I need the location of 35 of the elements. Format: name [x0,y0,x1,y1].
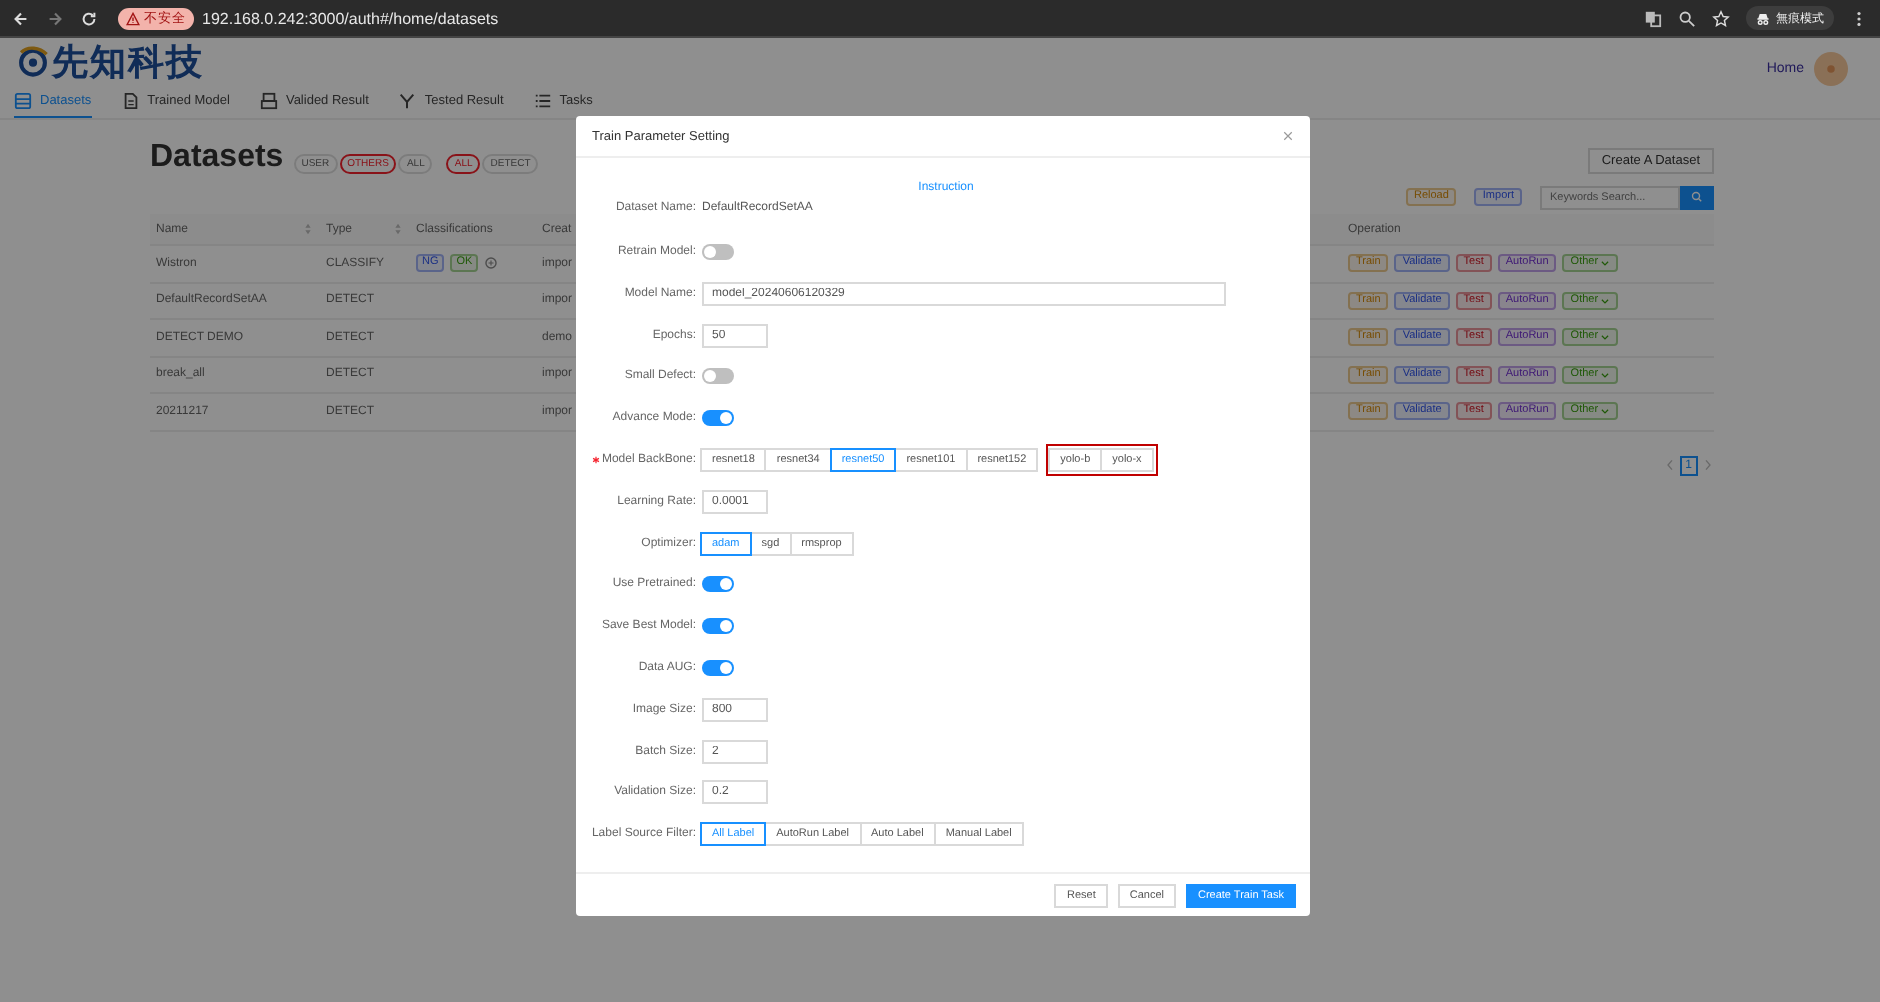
document-icon [121,91,140,109]
chevron-left-icon[interactable] [1665,458,1674,472]
back-icon[interactable] [12,9,30,27]
translate-icon[interactable] [1644,9,1662,27]
page-title: Datasets [150,138,284,178]
caret-icon [1600,258,1611,269]
logo-text: 先知科技 [52,39,204,85]
star-icon[interactable] [1712,9,1730,27]
search-button[interactable] [1680,185,1714,209]
incognito-icon [1756,11,1770,25]
caret-icon [1600,406,1611,417]
toggle-switch[interactable] [702,410,734,427]
close-icon[interactable] [1282,130,1294,142]
caret-icon [1600,295,1611,306]
chevron-right-icon[interactable] [1704,458,1712,472]
search-icon[interactable] [1678,9,1696,27]
toggle-switch[interactable] [702,243,734,260]
search-icon [1690,190,1704,204]
address-bar[interactable]: 192.168.0.242:3000/auth#/home/datasets [202,9,499,27]
stack-icon [259,91,278,109]
menu-icon [533,91,552,109]
avatar-icon[interactable] [1814,52,1848,86]
caret-icon [1600,369,1611,380]
toggle-switch[interactable] [702,576,734,593]
toggle-switch[interactable] [702,659,734,676]
warning-icon [126,11,140,25]
fork-icon [398,91,417,109]
add-circle-icon[interactable] [484,256,499,271]
forward-icon[interactable] [46,9,64,27]
toggle-switch[interactable] [702,618,734,635]
list-icon [14,91,32,109]
caret-icon [1600,332,1611,343]
logo-icon [16,44,50,78]
toggle-switch[interactable] [702,368,734,385]
reload-icon[interactable] [80,9,98,27]
